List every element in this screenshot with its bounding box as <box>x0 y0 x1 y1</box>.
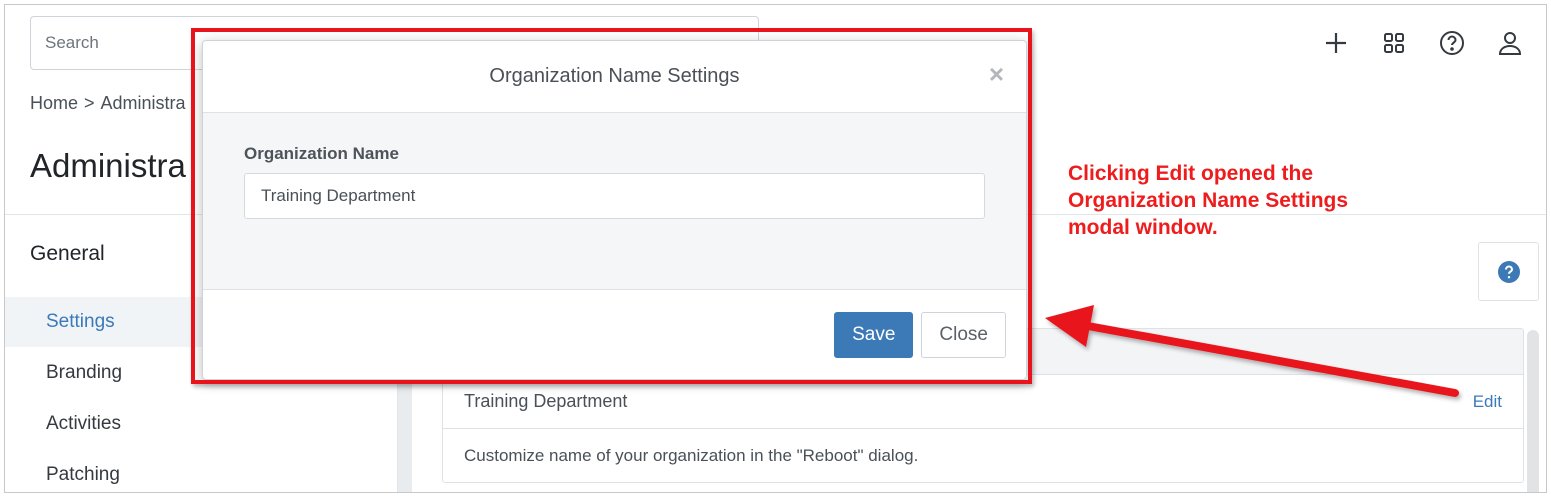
annotation-line: modal window. <box>1068 216 1218 239</box>
breadcrumb-current: Administra <box>100 93 186 113</box>
sidebar-item-patching[interactable]: Patching <box>5 450 398 492</box>
annotation-line: Clicking Edit opened the <box>1068 162 1314 185</box>
highlight-box <box>191 28 1032 384</box>
apps-grid-icon[interactable] <box>1378 27 1410 59</box>
sidebar-heading: General <box>30 242 105 265</box>
sidebar-item-activities[interactable]: Activities <box>5 399 398 449</box>
breadcrumb-home[interactable]: Home <box>30 93 78 114</box>
top-toolbar <box>1320 27 1526 59</box>
annotation-text: Clicking Edit opened the Organization Na… <box>1068 160 1418 241</box>
scrollbar[interactable] <box>1527 330 1539 492</box>
page-title: Administra <box>30 147 186 184</box>
plus-icon[interactable] <box>1320 27 1352 59</box>
annotation-line: Organization Name Settings <box>1068 189 1349 212</box>
breadcrumb: Home > Administra <box>30 93 186 114</box>
edit-link[interactable]: Edit <box>1473 392 1502 412</box>
org-name-value: Training Department <box>464 391 628 411</box>
user-icon[interactable] <box>1494 27 1526 59</box>
help-circle-icon[interactable] <box>1436 27 1468 59</box>
card-description: Customize name of your organization in t… <box>464 446 919 465</box>
breadcrumb-separator: > <box>84 93 95 113</box>
help-badge-icon <box>1497 260 1520 283</box>
help-button[interactable] <box>1478 242 1539 301</box>
